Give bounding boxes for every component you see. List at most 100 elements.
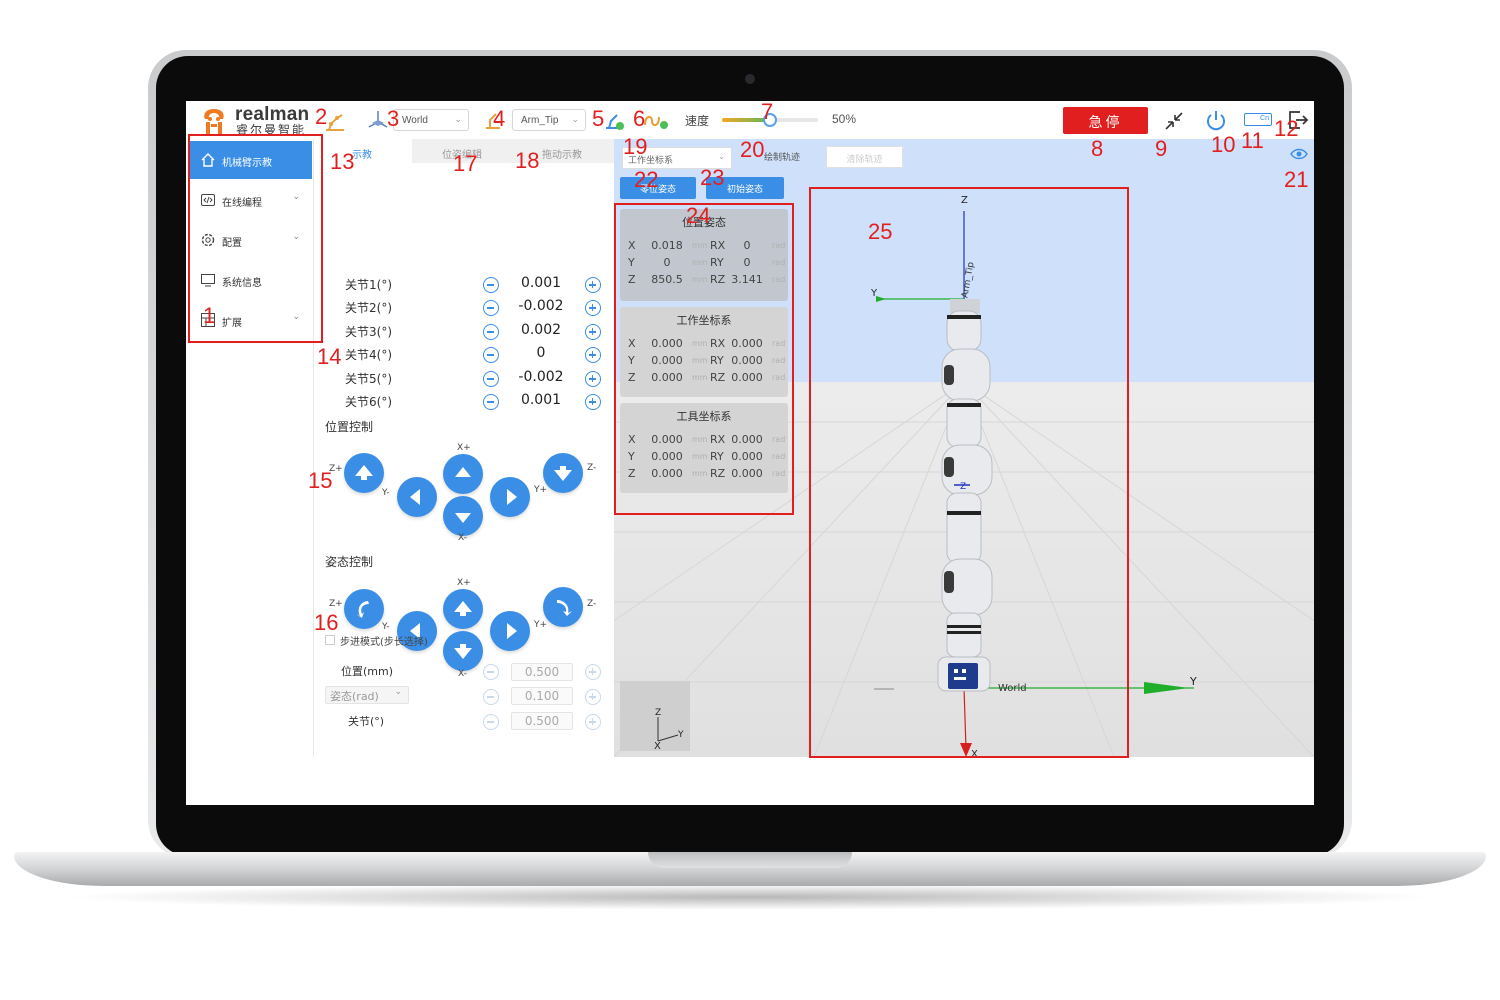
screen-bottom-area — [186, 757, 1314, 805]
joint-plus-button[interactable] — [585, 394, 601, 410]
annotation-number: 4 — [493, 106, 506, 131]
annotation-number: 21 — [1284, 167, 1309, 192]
world-select[interactable]: World ⌄ — [393, 109, 469, 131]
step-joint-input[interactable]: 0.500 — [511, 712, 573, 730]
world-y-label: Y — [1189, 675, 1197, 688]
eye-icon[interactable] — [1290, 147, 1308, 161]
y-plus-button[interactable] — [490, 477, 530, 517]
drag-teach-icon[interactable] — [642, 109, 670, 131]
joint-plus-button[interactable] — [585, 371, 601, 387]
z-plus-button[interactable] — [344, 453, 384, 493]
rx-plus-button[interactable] — [443, 589, 483, 629]
annotation-number: 14 — [317, 344, 342, 369]
robot-enable-icon[interactable] — [602, 108, 626, 132]
tab-drag-teach[interactable]: 拖动示教 — [542, 146, 582, 161]
joint-minus-button[interactable] — [483, 394, 499, 410]
rz-minus-button[interactable] — [543, 587, 583, 627]
arrow-down-icon — [554, 466, 572, 481]
annotation-number: 15 — [308, 468, 333, 493]
annotation-number: 6 — [633, 106, 646, 131]
axis-label: X- — [458, 533, 467, 543]
language-toggle[interactable]: Cn — [1244, 113, 1272, 126]
joint-value: 0.001 — [520, 392, 562, 408]
joint-value: 0 — [536, 345, 546, 361]
arrow-right-icon — [507, 623, 517, 639]
joint-plus-button[interactable] — [585, 300, 601, 316]
ry-plus-button[interactable] — [490, 611, 530, 651]
step-orientation-select[interactable]: 姿态(rad) ⌄ — [325, 686, 409, 704]
x-plus-button[interactable] — [443, 454, 483, 494]
annotation-box-3d-view — [809, 187, 1129, 758]
position-control-title: 位置控制 — [325, 420, 374, 434]
joint-minus-button[interactable] — [483, 324, 499, 340]
annotation-number: 7 — [761, 99, 774, 124]
rz-plus-button[interactable] — [344, 589, 384, 629]
joint-label: 关节1(°) — [345, 278, 392, 292]
axis-label: Z+ — [329, 599, 343, 609]
step-position-minus-button[interactable] — [483, 664, 499, 680]
joint-value: -0.002 — [518, 298, 564, 314]
tool-select-value: Arm_Tip — [521, 115, 559, 126]
annotation-number: 8 — [1091, 136, 1104, 161]
joint-minus-button[interactable] — [483, 347, 499, 363]
webcam — [745, 74, 755, 84]
joint-minus-button[interactable] — [483, 277, 499, 293]
joint-plus-button[interactable] — [585, 347, 601, 363]
annotation-number: 25 — [868, 219, 893, 244]
z-minus-button[interactable] — [543, 453, 583, 493]
axis-label: Z- — [587, 463, 597, 473]
axis-label: Y- — [382, 488, 390, 498]
step-orientation-plus-button[interactable] — [585, 689, 601, 705]
step-position-plus-button[interactable] — [585, 664, 601, 680]
emergency-stop-button[interactable]: 急停 — [1063, 107, 1148, 134]
rotate-ccw-icon — [356, 601, 369, 618]
step-joint-plus-button[interactable] — [585, 714, 601, 730]
tool-select[interactable]: Arm_Tip ⌄ — [512, 109, 586, 131]
power-icon[interactable] — [1204, 108, 1228, 132]
arrow-down-icon — [454, 644, 472, 659]
annotation-number: 23 — [700, 165, 725, 190]
gizmo-x-label: X — [654, 741, 661, 751]
world-y-arrow — [1144, 682, 1189, 694]
annotation-number: 9 — [1155, 136, 1168, 161]
annotation-number: 20 — [740, 137, 765, 162]
orientation-gizmo[interactable]: Z Y X — [620, 681, 690, 751]
step-mode-checkbox[interactable] — [325, 635, 335, 645]
joint-value: 0.002 — [520, 322, 562, 338]
axis-label: Z- — [587, 599, 597, 609]
tab-teach[interactable]: 示教 — [352, 146, 372, 161]
annotation-number: 24 — [686, 203, 711, 228]
collapse-icon[interactable] — [1163, 110, 1185, 132]
rx-minus-button[interactable] — [443, 631, 483, 671]
annotation-number: 16 — [314, 610, 339, 635]
gizmo-z-label: Z — [655, 708, 661, 718]
y-minus-button[interactable] — [397, 477, 437, 517]
joint-label: 关节4(°) — [345, 348, 392, 362]
axis-label: X- — [458, 669, 467, 679]
chevron-down-icon: ⌄ — [394, 687, 402, 697]
annotation-number: 3 — [387, 106, 400, 131]
world-select-value: World — [402, 115, 428, 126]
joint-label: 关节3(°) — [345, 325, 392, 339]
top-toolbar: realman 睿尔曼智能 World ⌄ Arm_Tip ⌄ 速度 50% 急… — [186, 101, 1314, 139]
annotation-number: 1 — [203, 303, 216, 328]
axes-gizmo-icon: Z Y X — [654, 708, 684, 751]
annotation-number: 19 — [623, 134, 648, 159]
joint-plus-button[interactable] — [585, 324, 601, 340]
arrow-down-icon — [455, 513, 471, 523]
joint-minus-button[interactable] — [483, 371, 499, 387]
gizmo-y-label: Y — [677, 730, 684, 740]
x-minus-button[interactable] — [443, 496, 483, 536]
joint-minus-button[interactable] — [483, 300, 499, 316]
annotation-number: 17 — [453, 151, 478, 176]
step-orientation-input[interactable]: 0.100 — [511, 687, 573, 705]
step-joint-minus-button[interactable] — [483, 714, 499, 730]
joint-plus-button[interactable] — [585, 277, 601, 293]
chevron-down-icon: ⌄ — [571, 114, 579, 124]
step-orientation-minus-button[interactable] — [483, 689, 499, 705]
step-position-input[interactable]: 0.500 — [511, 663, 573, 681]
axis-label: X+ — [457, 443, 471, 453]
annotation-number: 10 — [1211, 132, 1236, 157]
speed-label: 速度 — [685, 114, 710, 128]
realman-logo-icon — [204, 109, 224, 134]
